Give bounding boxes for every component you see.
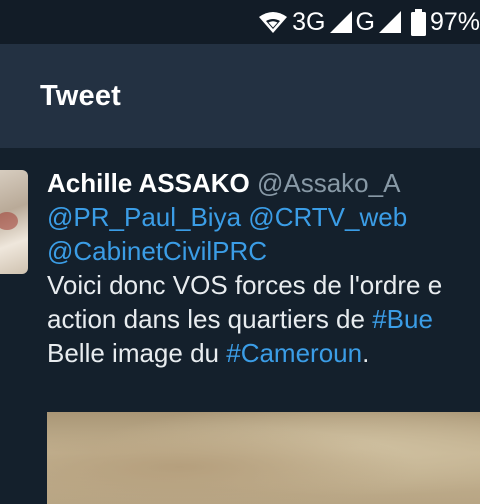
- wifi-icon: [258, 10, 288, 34]
- author-name[interactable]: Achille ASSAKO: [47, 168, 250, 198]
- tweet-text: action dans les quartiers de: [47, 304, 373, 334]
- hashtag-link[interactable]: #Bue: [372, 304, 433, 334]
- battery-percentage: 97%: [429, 7, 480, 36]
- hashtag-link[interactable]: #Cameroun: [226, 338, 362, 368]
- tweet-line: Belle image du #Cameroun.: [47, 336, 480, 370]
- mention-link[interactable]: @CRTV_web: [248, 202, 407, 232]
- tweet-text: .: [362, 338, 370, 368]
- status-indicators: 3G G 97%: [258, 0, 480, 44]
- battery-icon: [410, 8, 426, 36]
- mention-link[interactable]: @PR_Paul_Biya: [47, 202, 241, 232]
- tweet-line: @CabinetCivilPRC: [47, 234, 480, 268]
- page-title: Tweet: [40, 80, 122, 112]
- app-bar: Tweet: [0, 44, 480, 148]
- author-handle[interactable]: @Assako_A: [257, 168, 400, 198]
- avatar[interactable]: [0, 170, 28, 274]
- status-bar: 3G G 97%: [0, 0, 480, 44]
- avatar-detail: [0, 212, 18, 230]
- tweet-line: action dans les quartiers de #Bue: [47, 302, 480, 336]
- tweet-line: Voici donc VOS forces de l'ordre e: [47, 268, 480, 302]
- network-type-label: 3G: [292, 7, 326, 36]
- tweet-body: Achille ASSAKO @Assako_A @PR_Paul_Biya @…: [47, 166, 480, 370]
- tweet-header: Achille ASSAKO @Assako_A: [47, 166, 480, 200]
- signal-icon: [378, 11, 401, 33]
- tweet-media-image[interactable]: [47, 412, 480, 504]
- tweet-text: Voici donc VOS forces de l'ordre e: [47, 270, 443, 300]
- tweet-text: Belle image du: [47, 338, 227, 368]
- tweet-line: @PR_Paul_Biya @CRTV_web: [47, 200, 480, 234]
- mention-link[interactable]: @CabinetCivilPRC: [47, 236, 267, 266]
- signal-icon: [329, 11, 352, 33]
- network-type-label: G: [355, 7, 375, 36]
